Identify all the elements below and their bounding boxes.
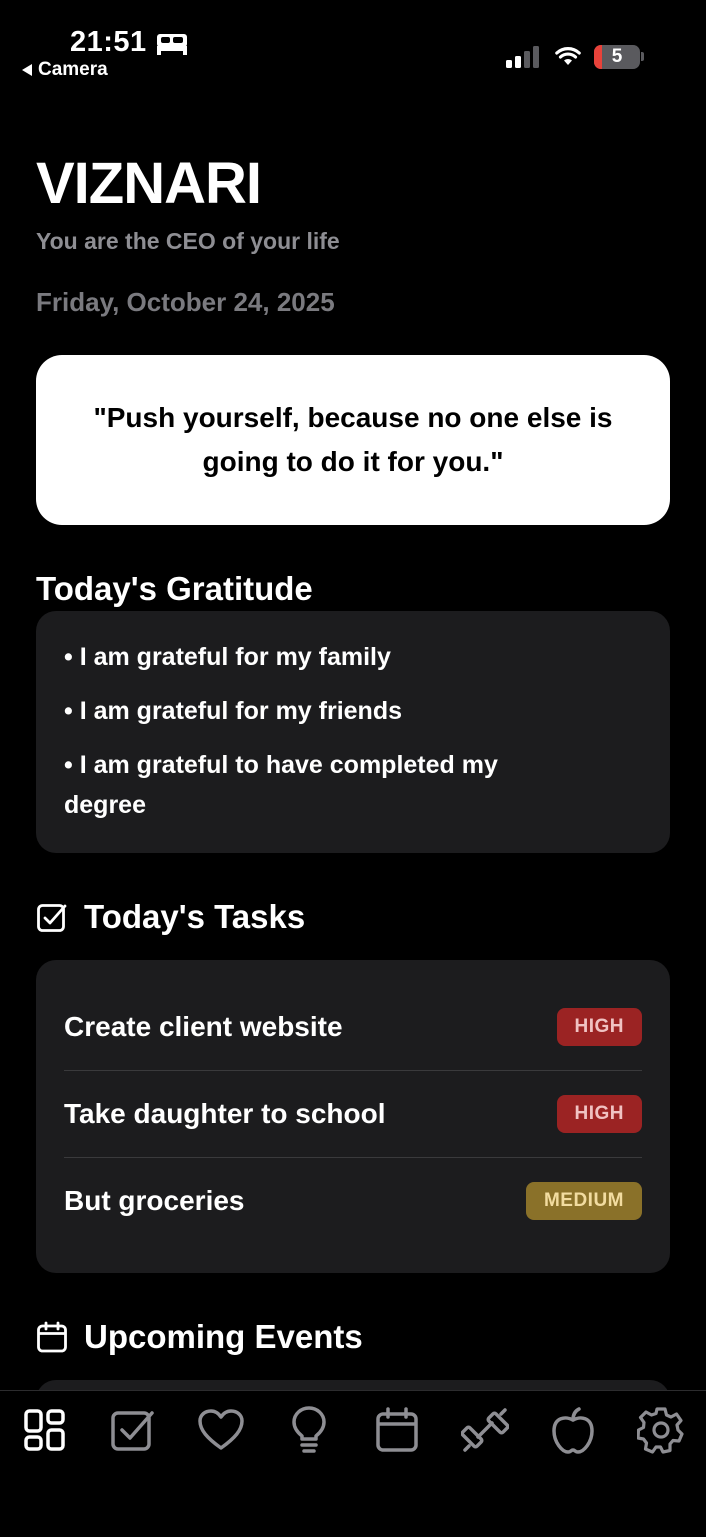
tab-calendar[interactable] (372, 1405, 422, 1455)
task-name: Create client website (64, 1011, 343, 1042)
tab-gratitude[interactable] (196, 1405, 246, 1455)
quote-card: "Push yourself, because no one else is g… (36, 355, 670, 525)
priority-badge: MEDIUM (525, 1182, 642, 1220)
events-section-title: Upcoming Events (36, 1318, 363, 1356)
priority-badge: HIGH (556, 1008, 642, 1046)
tab-dashboard[interactable] (20, 1405, 70, 1455)
events-title-label: Upcoming Events (84, 1318, 363, 1355)
task-name: But groceries (64, 1185, 245, 1216)
gratitude-card[interactable]: I am grateful for my family I am gratefu… (36, 611, 670, 853)
task-row[interactable]: But groceries MEDIUM (64, 1158, 642, 1244)
tab-nutrition[interactable] (548, 1405, 598, 1455)
battery-level: 5 (611, 46, 623, 67)
back-to-camera-link[interactable]: Camera (22, 59, 108, 81)
dashboard-icon (24, 1409, 65, 1451)
sleep-bed-icon (157, 34, 187, 55)
cellular-signal-icon (506, 46, 539, 68)
task-row[interactable]: Create client website HIGH (64, 984, 642, 1071)
calendar-icon (37, 1321, 67, 1353)
tasks-card: Create client website HIGH Take daughter… (36, 960, 670, 1273)
lightbulb-icon (292, 1406, 326, 1453)
tasks-title-label: Today's Tasks (84, 898, 306, 935)
task-name: Take daughter to school (64, 1098, 386, 1129)
app-tagline: You are the CEO of your life (36, 228, 340, 254)
tab-tasks[interactable] (108, 1405, 158, 1455)
heart-icon (198, 1409, 244, 1450)
wifi-icon (555, 47, 581, 65)
apple-icon (552, 1407, 594, 1454)
gratitude-item: I am grateful to have completed my degre… (64, 745, 584, 825)
quote-text: "Push yourself, because no one else is g… (93, 402, 613, 477)
status-time: 21:51 (70, 26, 147, 58)
tab-settings[interactable] (636, 1405, 686, 1455)
tab-ideas[interactable] (284, 1405, 334, 1455)
tasks-section-title: Today's Tasks (36, 898, 305, 936)
gratitude-item: I am grateful for my friends (64, 691, 642, 731)
battery-icon: 5 (594, 45, 640, 69)
back-arrow-icon (22, 64, 32, 76)
gratitude-list: I am grateful for my family I am gratefu… (36, 611, 670, 825)
gratitude-item: I am grateful for my family (64, 637, 642, 677)
gratitude-section-title: Today's Gratitude (36, 570, 313, 608)
gratitude-title-label: Today's Gratitude (36, 570, 313, 607)
tab-fitness[interactable] (460, 1405, 510, 1455)
dumbbell-icon (461, 1408, 509, 1452)
back-label: Camera (38, 59, 108, 80)
bottom-tab-bar (0, 1390, 706, 1537)
calendar-icon (376, 1407, 418, 1452)
priority-badge: HIGH (556, 1095, 642, 1133)
tasks-checkbox-icon (111, 1411, 154, 1451)
task-row[interactable]: Take daughter to school HIGH (64, 1071, 642, 1158)
app-title: VIZNARI (36, 151, 262, 216)
settings-gear-icon (637, 1407, 684, 1454)
current-date: Friday, October 24, 2025 (36, 287, 335, 317)
status-bar: 21:51 Camera 5 (0, 0, 706, 90)
checkbox-icon (37, 904, 67, 932)
